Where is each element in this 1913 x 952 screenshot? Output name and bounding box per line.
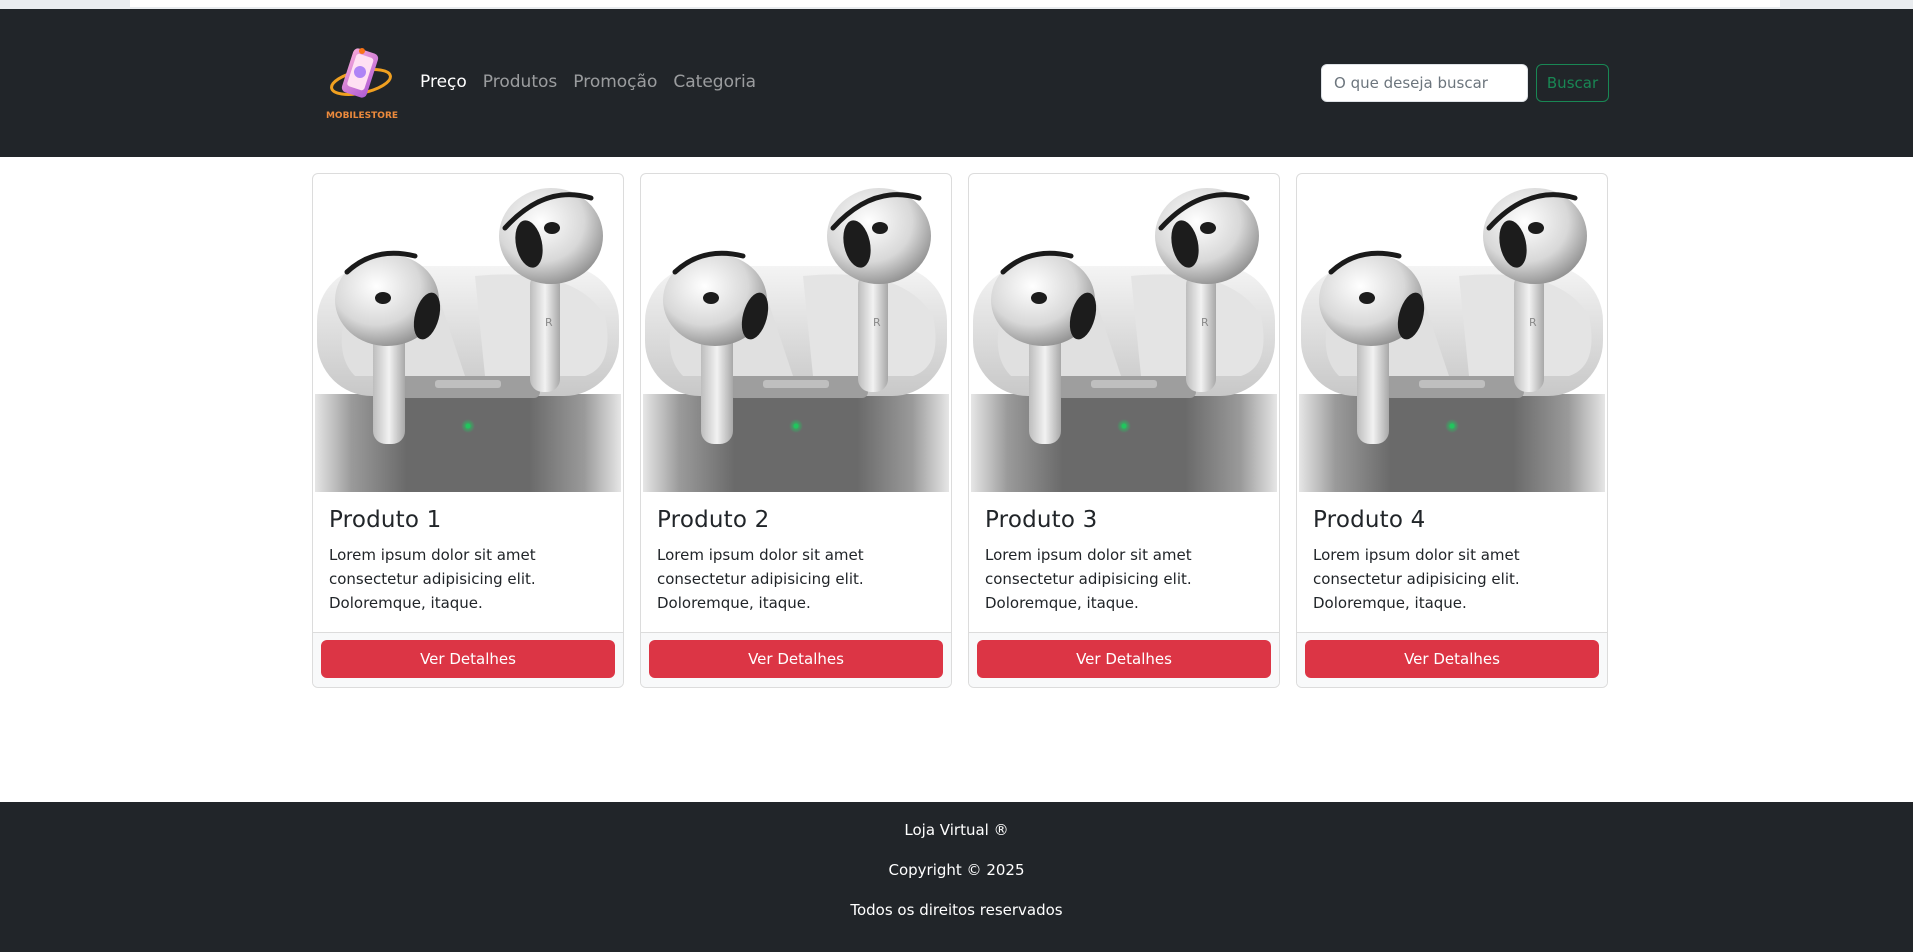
brand-logo[interactable]: MOBILESTORE (326, 42, 398, 128)
view-details-button[interactable]: Ver Detalhes (1305, 640, 1599, 678)
nav-link-promocao[interactable]: Promoção (573, 72, 657, 92)
card-footer: Ver Detalhes (969, 632, 1279, 687)
card-footer: Ver Detalhes (1297, 632, 1607, 687)
card-body: Produto 2 Lorem ipsum dolor sit amet con… (657, 507, 937, 615)
svg-text:R: R (1201, 316, 1209, 329)
card-footer: Ver Detalhes (641, 632, 951, 687)
page-footer: Loja Virtual ® Copyright © 2025 Todos os… (0, 802, 1913, 952)
navbar: MOBILESTORE Preço Produtos Promoção Cate… (0, 9, 1913, 157)
svg-text:R: R (1529, 316, 1537, 329)
card-footer: Ver Detalhes (313, 632, 623, 687)
browser-top-strip (0, 0, 1913, 9)
card-body: Produto 3 Lorem ipsum dolor sit amet con… (985, 507, 1265, 615)
svg-text:R: R (873, 316, 881, 329)
view-details-button[interactable]: Ver Detalhes (977, 640, 1271, 678)
product-card: R Produto 1 Lorem ipsum dolor sit amet c… (312, 173, 624, 688)
view-details-button[interactable]: Ver Detalhes (321, 640, 615, 678)
product-card: R Produto 3 Lorem ipsum dolor sit amet c… (968, 173, 1280, 688)
card-body: Produto 4 Lorem ipsum dolor sit amet con… (1313, 507, 1593, 615)
card-text: Lorem ipsum dolor sit amet consectetur a… (657, 546, 864, 612)
nav-link-preco[interactable]: Preço (420, 72, 467, 92)
card-title: Produto 2 (657, 507, 770, 533)
card-title: Produto 3 (985, 507, 1098, 533)
earbuds-product-image: R (315, 176, 621, 492)
product-card: R Produto 4 Lorem ipsum dolor sit amet c… (1296, 173, 1608, 688)
search-input[interactable] (1321, 64, 1528, 102)
card-text: Lorem ipsum dolor sit amet consectetur a… (329, 546, 536, 612)
card-text: Lorem ipsum dolor sit amet consectetur a… (1313, 546, 1520, 612)
card-text: Lorem ipsum dolor sit amet consectetur a… (985, 546, 1192, 612)
earbuds-product-image: R (1299, 176, 1605, 492)
svg-text:R: R (545, 316, 553, 329)
earbuds-product-image: R (643, 176, 949, 492)
earbuds-product-image: R (971, 176, 1277, 492)
nav-link-produtos[interactable]: Produtos (483, 72, 557, 92)
brand-name: MOBILESTORE (325, 111, 399, 121)
card-title: Produto 4 (1313, 507, 1426, 533)
product-card: R Produto 2 Lorem ipsum dolor sit amet c… (640, 173, 952, 688)
footer-brand: Loja Virtual ® (904, 821, 1009, 839)
view-details-button[interactable]: Ver Detalhes (649, 640, 943, 678)
search-button[interactable]: Buscar (1536, 64, 1609, 102)
footer-rights: Todos os direitos reservados (850, 901, 1063, 919)
footer-copyright: Copyright © 2025 (888, 861, 1025, 879)
card-body: Produto 1 Lorem ipsum dolor sit amet con… (329, 507, 609, 615)
nav-links: Preço Produtos Promoção Categoria (420, 72, 756, 92)
nav-link-categoria[interactable]: Categoria (673, 72, 756, 92)
card-title: Produto 1 (329, 507, 442, 533)
